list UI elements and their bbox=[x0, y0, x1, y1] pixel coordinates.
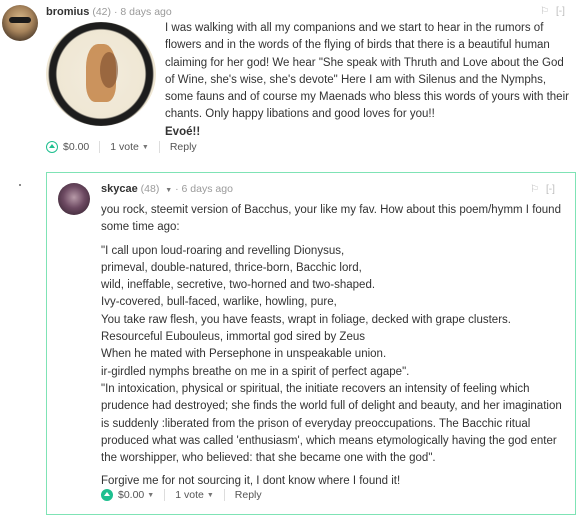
upvote-icon[interactable] bbox=[101, 489, 113, 501]
comment-meta: bromius (42) · 8 days ago bbox=[46, 6, 172, 18]
comment-closing: Evoé!! bbox=[165, 125, 201, 138]
comment-meta: skycae (48) ▼ · 6 days ago bbox=[101, 183, 233, 195]
upvote-icon[interactable] bbox=[46, 141, 58, 153]
dionysus-plate-image bbox=[46, 22, 156, 126]
chevron-down-icon[interactable]: ▼ bbox=[165, 187, 172, 194]
comment-timestamp[interactable]: 6 days ago bbox=[182, 183, 233, 195]
poem-line: Resourceful Eubouleus, immortal god sire… bbox=[101, 331, 365, 344]
poem-line: "I call upon loud-roaring and revelling … bbox=[101, 244, 345, 257]
vote-count[interactable]: 1 vote bbox=[110, 141, 139, 153]
avatar[interactable] bbox=[2, 5, 38, 41]
reply-link[interactable]: Reply bbox=[170, 141, 197, 153]
comment-body: I was walking with all my companions and… bbox=[165, 20, 575, 141]
poem-line: primeval, double-natured, thrice-born, B… bbox=[101, 261, 362, 274]
thread-dot bbox=[19, 184, 21, 186]
chevron-down-icon[interactable]: ▼ bbox=[207, 492, 214, 499]
chevron-down-icon[interactable]: ▼ bbox=[142, 144, 149, 151]
payout-value[interactable]: $0.00 bbox=[63, 141, 89, 153]
poem-line: wild, ineffable, secretive, two-horned a… bbox=[101, 279, 376, 292]
payout-value[interactable]: $0.00 bbox=[118, 489, 144, 501]
vote-count[interactable]: 1 vote bbox=[175, 489, 204, 501]
author-reputation: (48) bbox=[140, 183, 160, 195]
comment-intro: you rock, steemit version of Bacchus, yo… bbox=[101, 204, 561, 234]
comment-footer: $0.00 1 vote ▼ Reply bbox=[46, 141, 197, 153]
flag-icon[interactable]: ⚐ bbox=[530, 184, 539, 195]
avatar-glasses bbox=[9, 17, 31, 23]
poem-line: When he mated with Persephone in unspeak… bbox=[101, 348, 387, 361]
comment-footer: $0.00 ▼ 1 vote ▼ Reply bbox=[101, 489, 262, 501]
comment-timestamp[interactable]: 8 days ago bbox=[120, 6, 171, 18]
author-name[interactable]: skycae bbox=[101, 183, 138, 195]
avatar[interactable] bbox=[58, 183, 90, 215]
flag-icon[interactable]: ⚐ bbox=[540, 6, 549, 17]
poem-line: You take raw flesh, you have feasts, wra… bbox=[101, 313, 511, 326]
quote-paragraph: "In intoxication, physical or spiritual,… bbox=[101, 382, 562, 465]
chevron-down-icon[interactable]: ▼ bbox=[147, 492, 154, 499]
poem-line: ir-girdled nymphs breathe on me in a spi… bbox=[101, 365, 410, 378]
collapse-toggle[interactable]: [-] bbox=[556, 6, 565, 17]
reply-link[interactable]: Reply bbox=[235, 489, 262, 501]
comment-body: you rock, steemit version of Bacchus, yo… bbox=[101, 202, 569, 491]
author-reputation: (42) bbox=[92, 6, 112, 18]
comment-paragraph: I was walking with all my companions and… bbox=[165, 22, 569, 121]
collapse-toggle[interactable]: [-] bbox=[546, 184, 555, 195]
poem-line: Ivy-covered, bull-faced, warlike, howlin… bbox=[101, 296, 337, 309]
author-name[interactable]: bromius bbox=[46, 6, 89, 18]
